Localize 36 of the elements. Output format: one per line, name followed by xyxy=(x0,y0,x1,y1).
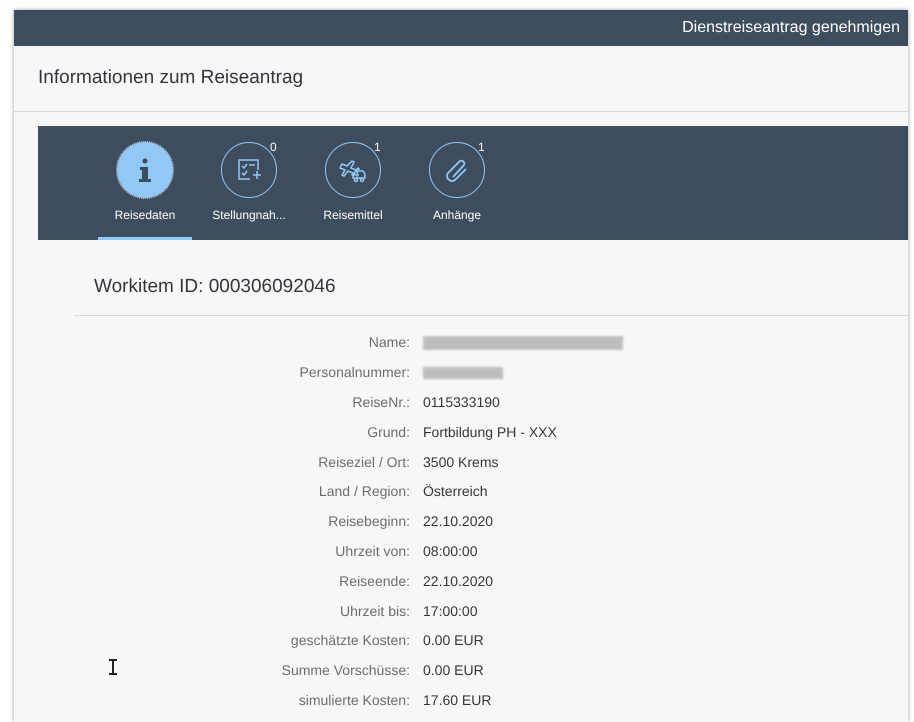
field-value: 22.10.2020 xyxy=(423,512,494,532)
field-label: Grund: xyxy=(367,422,410,442)
field-label: ReiseNr.: xyxy=(352,393,410,412)
field-value: 17:00:00 xyxy=(423,602,478,621)
field-value: Österreich xyxy=(423,482,488,502)
checklist-plus-icon xyxy=(236,157,262,183)
workitem-title: Workitem ID: 000306092046 xyxy=(94,275,336,300)
icon-tab[interactable]: Reisedaten xyxy=(98,142,192,240)
field-value: 0.00 EUR xyxy=(423,631,484,650)
field-label: Uhrzeit bis: xyxy=(340,602,410,621)
field-label: Reiseziel / Ort: xyxy=(318,452,410,472)
tab-count: 1 xyxy=(374,139,381,156)
field-label: Reisebeginn: xyxy=(328,512,410,532)
app-title: Dienstreiseantrag genehmigen xyxy=(682,18,900,38)
icon-tab[interactable]: 1 Anhänge xyxy=(410,142,504,240)
field-value: 3500 Krems xyxy=(423,452,498,472)
icon-tab[interactable]: 0 Stellungnah... xyxy=(202,142,296,240)
field-label: Name: xyxy=(368,333,410,352)
field-label: Summe Vorschüsse: xyxy=(282,661,410,680)
field-label: simulierte Kosten: xyxy=(298,690,410,710)
tab-count: 1 xyxy=(478,139,485,156)
field-value: 0115333190 xyxy=(423,393,500,412)
field-label: Land / Region: xyxy=(318,482,410,502)
field-value: 17.60 EUR xyxy=(423,690,492,710)
field-label: Reiseende: xyxy=(339,572,410,591)
field-value: 0.00 EUR xyxy=(423,661,484,680)
icon-tab[interactable]: 1 Reisemittel xyxy=(306,142,400,240)
field-label: geschätzte Kosten: xyxy=(290,631,410,650)
field-label: Personalnummer: xyxy=(300,363,410,382)
section-title: Informationen zum Reiseantrag xyxy=(38,66,304,90)
field-value: 08:00:00 xyxy=(423,542,478,561)
field-value: Fortbildung PH - XXX xyxy=(423,422,557,442)
field-label: Uhrzeit von: xyxy=(335,542,410,561)
text-cursor-icon xyxy=(108,659,118,675)
field-value: 22.10.2020 xyxy=(423,572,494,591)
tab-count: 0 xyxy=(270,139,277,156)
